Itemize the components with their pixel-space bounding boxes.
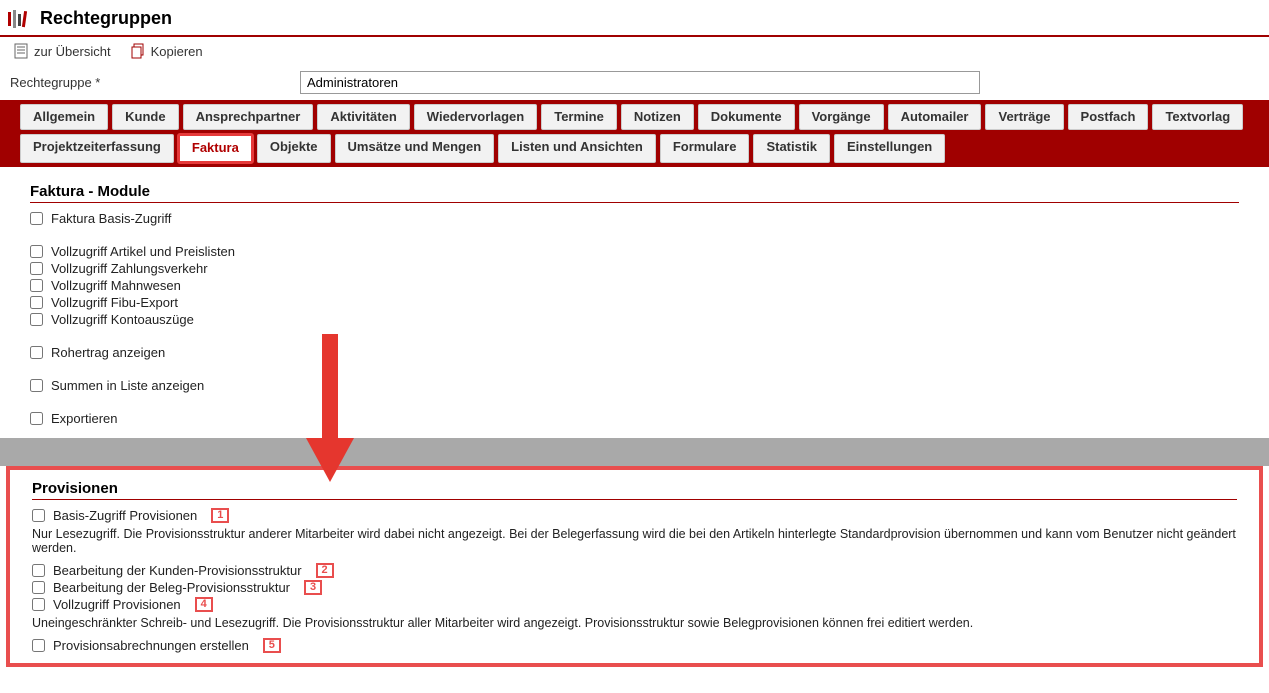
section-divider bbox=[30, 202, 1239, 203]
copy-icon bbox=[131, 43, 145, 59]
tab-statistik[interactable]: Statistik bbox=[753, 134, 830, 162]
checkbox-option[interactable] bbox=[30, 279, 43, 292]
tab-vorg-nge[interactable]: Vorgänge bbox=[799, 104, 884, 130]
list-icon bbox=[14, 43, 28, 59]
group-field-label: Rechtegruppe * bbox=[10, 75, 300, 90]
tab-wiedervorlagen[interactable]: Wiedervorlagen bbox=[414, 104, 537, 130]
tab-formulare[interactable]: Formulare bbox=[660, 134, 750, 162]
section-divider bbox=[32, 499, 1237, 500]
provisionen-highlight-box: Provisionen Basis-Zugriff Provisionen 1 … bbox=[6, 466, 1263, 667]
checkbox-prov-abrechnung[interactable] bbox=[32, 639, 45, 652]
checkbox-prov-kunden[interactable] bbox=[32, 564, 45, 577]
copy-button[interactable]: Kopieren bbox=[131, 43, 203, 59]
checkbox-prov-beleg[interactable] bbox=[32, 581, 45, 594]
tab-projektzeiterfassung[interactable]: Projektzeiterfassung bbox=[20, 134, 174, 162]
annotation-badge-3: 3 bbox=[304, 580, 322, 595]
tab-faktura[interactable]: Faktura bbox=[178, 134, 253, 162]
checkbox-label: Rohertrag anzeigen bbox=[51, 345, 165, 360]
overview-label: zur Übersicht bbox=[34, 44, 111, 59]
checkbox-label: Vollzugriff Provisionen bbox=[53, 597, 181, 612]
tab-termine[interactable]: Termine bbox=[541, 104, 617, 130]
checkbox-prov-voll[interactable] bbox=[32, 598, 45, 611]
app-logo-icon bbox=[8, 10, 28, 28]
checkbox-option[interactable] bbox=[30, 379, 43, 392]
tab-allgemein[interactable]: Allgemein bbox=[20, 104, 108, 130]
gray-separator bbox=[0, 438, 1269, 466]
checkbox-option[interactable] bbox=[30, 212, 43, 225]
overview-button[interactable]: zur Übersicht bbox=[14, 43, 111, 59]
checkbox-label: Bearbeitung der Beleg-Provisionsstruktur bbox=[53, 580, 290, 595]
section-module-title: Faktura - Module bbox=[30, 183, 1239, 200]
group-field-input[interactable] bbox=[300, 71, 980, 94]
section-prov-title: Provisionen bbox=[32, 480, 1237, 497]
checkbox-label: Basis-Zugriff Provisionen bbox=[53, 508, 197, 523]
help-text-2: Uneingeschränkter Schreib- und Lesezugri… bbox=[32, 616, 1237, 630]
checkbox-option[interactable] bbox=[30, 296, 43, 309]
tab-listen-und-ansichten[interactable]: Listen und Ansichten bbox=[498, 134, 656, 162]
tab-automailer[interactable]: Automailer bbox=[888, 104, 982, 130]
tab-aktivit-ten[interactable]: Aktivitäten bbox=[317, 104, 409, 130]
page-title: Rechtegruppen bbox=[40, 8, 172, 29]
checkbox-label: Vollzugriff Kontoauszüge bbox=[51, 312, 194, 327]
checkbox-label: Vollzugriff Fibu-Export bbox=[51, 295, 178, 310]
checkbox-option[interactable] bbox=[30, 245, 43, 258]
checkbox-option[interactable] bbox=[30, 346, 43, 359]
annotation-badge-5: 5 bbox=[263, 638, 281, 653]
annotation-badge-1: 1 bbox=[211, 508, 229, 523]
checkbox-prov-basis[interactable] bbox=[32, 509, 45, 522]
tab-kunde[interactable]: Kunde bbox=[112, 104, 178, 130]
tab-einstellungen[interactable]: Einstellungen bbox=[834, 134, 945, 162]
tab-textvorlag[interactable]: Textvorlag bbox=[1152, 104, 1243, 130]
tab-ansprechpartner[interactable]: Ansprechpartner bbox=[183, 104, 314, 130]
tab-dokumente[interactable]: Dokumente bbox=[698, 104, 795, 130]
tab-ums-tze-und-mengen[interactable]: Umsätze und Mengen bbox=[335, 134, 495, 162]
checkbox-option[interactable] bbox=[30, 313, 43, 326]
tab-postfach[interactable]: Postfach bbox=[1068, 104, 1149, 130]
checkbox-label: Provisionsabrechnungen erstellen bbox=[53, 638, 249, 653]
help-text-1: Nur Lesezugriff. Die Provisionsstruktur … bbox=[32, 527, 1237, 555]
annotation-badge-2: 2 bbox=[316, 563, 334, 578]
checkbox-option[interactable] bbox=[30, 412, 43, 425]
checkbox-label: Summen in Liste anzeigen bbox=[51, 378, 204, 393]
checkbox-label: Vollzugriff Zahlungsverkehr bbox=[51, 261, 208, 276]
tab-notizen[interactable]: Notizen bbox=[621, 104, 694, 130]
tabs-container: AllgemeinKundeAnsprechpartnerAktivitäten… bbox=[0, 100, 1269, 167]
checkbox-option[interactable] bbox=[30, 262, 43, 275]
checkbox-label: Bearbeitung der Kunden-Provisionsstruktu… bbox=[53, 563, 302, 578]
annotation-badge-4: 4 bbox=[195, 597, 213, 612]
checkbox-label: Exportieren bbox=[51, 411, 117, 426]
tab-objekte[interactable]: Objekte bbox=[257, 134, 331, 162]
checkbox-label: Vollzugriff Artikel und Preislisten bbox=[51, 244, 235, 259]
checkbox-label: Faktura Basis-Zugriff bbox=[51, 211, 171, 226]
tab-vertr-ge[interactable]: Verträge bbox=[985, 104, 1063, 130]
copy-label: Kopieren bbox=[151, 44, 203, 59]
checkbox-label: Vollzugriff Mahnwesen bbox=[51, 278, 181, 293]
